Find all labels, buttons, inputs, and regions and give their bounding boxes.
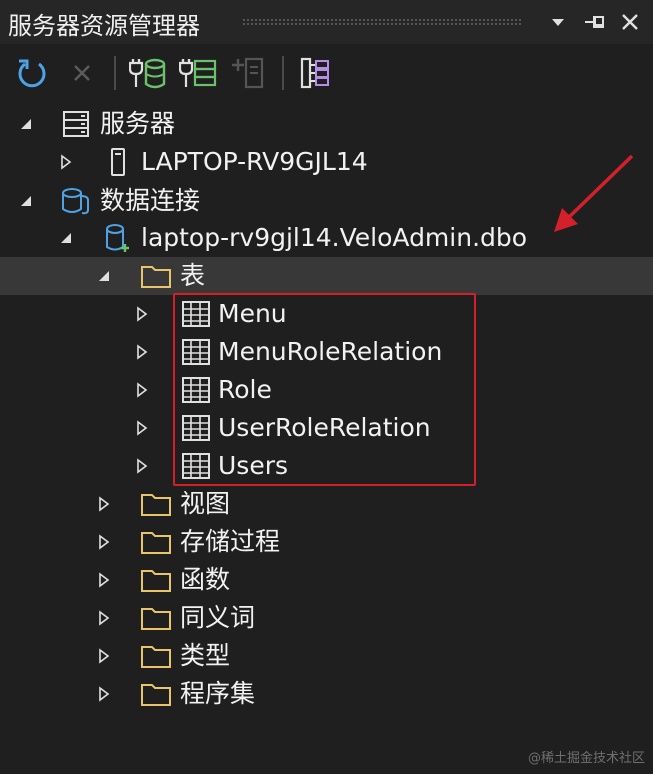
expanded-arrow-icon[interactable] bbox=[56, 228, 76, 248]
folder-icon bbox=[140, 680, 172, 708]
data-connections-icon bbox=[60, 187, 92, 215]
tree-node-folder[interactable]: 同义词 bbox=[0, 599, 653, 637]
panel-titlebar: 服务器资源管理器 bbox=[0, 0, 653, 44]
tree-node-label: 存储过程 bbox=[180, 527, 281, 556]
tree-node-label: laptop-rv9gjl14.VeloAdmin.dbo bbox=[141, 223, 528, 252]
tree-node-folder[interactable]: 类型 bbox=[0, 637, 653, 675]
tree-node-label: 视图 bbox=[180, 489, 231, 518]
annotation-arrow-icon bbox=[554, 154, 634, 232]
tree-node-label: 同义词 bbox=[180, 603, 256, 632]
stop-button[interactable] bbox=[62, 54, 102, 92]
tree-node-label: LAPTOP-RV9GJL14 bbox=[141, 147, 368, 176]
add-connection-icon bbox=[232, 57, 264, 89]
collapsed-arrow-icon[interactable] bbox=[56, 152, 76, 172]
pin-button[interactable] bbox=[580, 8, 608, 36]
collapsed-arrow-icon[interactable] bbox=[94, 570, 114, 590]
tree-node-label: 服务器 bbox=[100, 109, 176, 138]
close-icon bbox=[622, 14, 638, 30]
folder-icon bbox=[140, 604, 172, 632]
refresh-icon bbox=[18, 59, 46, 88]
server-plug-icon bbox=[179, 59, 217, 87]
tree-node-label: 类型 bbox=[180, 641, 231, 670]
refresh-button[interactable] bbox=[12, 54, 52, 92]
collapsed-arrow-icon[interactable] bbox=[132, 380, 152, 400]
panel-title: 服务器资源管理器 bbox=[8, 12, 200, 40]
database-connection-icon bbox=[102, 224, 134, 252]
expanded-arrow-icon[interactable] bbox=[94, 266, 114, 286]
collapsed-arrow-icon[interactable] bbox=[94, 608, 114, 628]
collapsed-arrow-icon[interactable] bbox=[132, 342, 152, 362]
tree-node-label: 程序集 bbox=[180, 679, 256, 708]
folder-icon bbox=[140, 642, 172, 670]
collapsed-arrow-icon[interactable] bbox=[94, 646, 114, 666]
collapsed-arrow-icon[interactable] bbox=[94, 684, 114, 704]
annotation-highlight-box bbox=[173, 293, 476, 486]
collapsed-arrow-icon[interactable] bbox=[94, 494, 114, 514]
show-hierarchy-button[interactable] bbox=[296, 54, 336, 92]
chevron-down-icon bbox=[552, 19, 564, 26]
tree-node-label: 函数 bbox=[180, 565, 231, 594]
tree-node-label: 表 bbox=[180, 261, 206, 290]
tree-node-folder[interactable]: 存储过程 bbox=[0, 523, 653, 561]
connect-to-server-button[interactable] bbox=[178, 54, 218, 92]
drag-grip[interactable] bbox=[242, 18, 522, 26]
connect-to-database-button[interactable] bbox=[128, 54, 168, 92]
close-button[interactable] bbox=[616, 8, 644, 36]
computer-icon bbox=[102, 148, 134, 176]
server-explorer-panel: 服务器资源管理器 服务器 LAPTOP-RV9GJL14 数据连接 laptop… bbox=[0, 0, 653, 774]
window-position-button[interactable] bbox=[544, 8, 572, 36]
database-plug-icon bbox=[129, 58, 166, 89]
folder-icon bbox=[140, 566, 172, 594]
servers-icon bbox=[60, 110, 92, 138]
expanded-arrow-icon[interactable] bbox=[16, 114, 36, 134]
tree-node-servers[interactable]: 服务器 bbox=[0, 105, 653, 143]
tree-node-folder[interactable]: 函数 bbox=[0, 561, 653, 599]
close-icon bbox=[74, 65, 90, 81]
collapsed-arrow-icon[interactable] bbox=[132, 418, 152, 438]
toolbar bbox=[0, 44, 653, 102]
tree-node-tables-folder[interactable]: 表 bbox=[0, 257, 653, 295]
pin-icon bbox=[585, 16, 604, 28]
watermark: @稀土掘金技术社区 bbox=[527, 751, 645, 766]
tree-node-folder[interactable]: 视图 bbox=[0, 485, 653, 523]
expanded-arrow-icon[interactable] bbox=[16, 191, 36, 211]
collapsed-arrow-icon[interactable] bbox=[132, 304, 152, 324]
folder-icon bbox=[140, 528, 172, 556]
tree-node-label: 数据连接 bbox=[100, 186, 201, 215]
collapsed-arrow-icon[interactable] bbox=[94, 532, 114, 552]
toolbar-separator bbox=[282, 56, 284, 90]
folder-icon bbox=[140, 262, 172, 290]
connect-to-sharepoint-button[interactable] bbox=[228, 54, 268, 92]
tree-node-folder[interactable]: 程序集 bbox=[0, 675, 653, 713]
folder-icon bbox=[140, 490, 172, 518]
toolbar-separator bbox=[114, 56, 116, 90]
collapsed-arrow-icon[interactable] bbox=[132, 456, 152, 476]
hierarchy-icon bbox=[300, 57, 329, 89]
